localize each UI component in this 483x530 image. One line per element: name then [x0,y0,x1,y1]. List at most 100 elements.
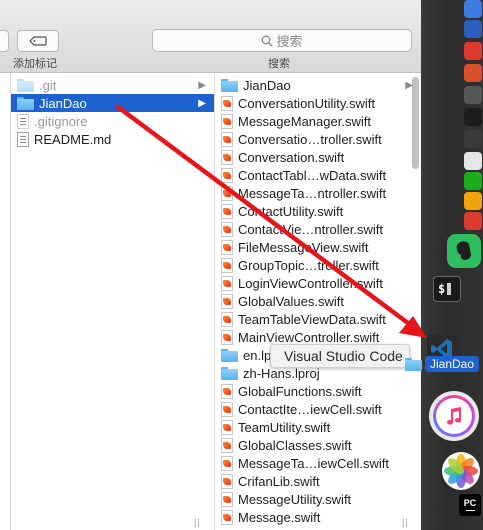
file-row[interactable]: MessageManager.swift [215,112,421,130]
item-name: ContactIte…iewCell.swift [238,401,382,417]
file-row[interactable]: ConversationUtility.swift [215,94,421,112]
evernote-icon[interactable] [447,234,481,268]
file-row[interactable]: ContactIte…iewCell.swift [215,400,421,418]
item-name: JianDao [39,95,87,111]
swift-file-icon [221,257,233,273]
drop-target-tooltip: Visual Studio Code [270,344,410,368]
pycharm-icon[interactable]: PC [459,494,481,516]
item-name: JianDao [243,77,291,93]
swift-file-icon [221,95,233,111]
item-name: MessageTa…ntroller.swift [238,185,387,201]
app-icon-10[interactable] [464,192,482,210]
swift-file-icon [221,131,233,147]
item-name: ContactVie…ntroller.swift [238,221,383,237]
swift-file-icon [221,113,233,129]
swift-file-icon [221,455,233,471]
disclosure-chevron-icon: ▶ [198,97,206,109]
search-label: 搜索 [268,58,290,70]
app-icon-7[interactable] [464,130,482,148]
finder-window: 添加标记 搜索 搜索 || .git ▶ JianDao ▶ .gitignore REA… [0,0,421,530]
itunes-icon[interactable] [429,391,479,441]
file-row[interactable]: MessageTa…ntroller.swift [215,184,421,202]
folder-icon [405,357,422,371]
item-name: GlobalClasses.swift [238,437,352,453]
item-name: ContactTabl…wData.swift [238,167,387,183]
item-name: TeamUtility.swift [238,419,331,435]
app-icon-6[interactable] [464,108,482,126]
add-tag-label: 添加标记 [13,58,57,70]
file-row[interactable]: .gitignore [11,112,214,130]
folder-row[interactable]: .git ▶ [11,76,214,94]
file-row[interactable]: FileMessageView.swift [215,238,421,256]
app-icon-4[interactable] [464,64,482,82]
column-left-partial[interactable] [0,73,11,530]
swift-file-icon [221,419,233,435]
swift-file-icon [221,383,233,399]
item-name: TeamTableViewData.swift [238,311,386,327]
document-icon [17,131,29,147]
file-row[interactable]: Conversation.swift [215,148,421,166]
file-row[interactable]: README.md [11,130,214,148]
item-name: FileMessageView.swift [238,239,369,255]
item-name: MainViewController.swift [238,329,380,345]
app-icon-8[interactable] [464,152,482,170]
file-row[interactable]: TeamUtility.swift [215,418,421,436]
folder-icon [17,78,34,92]
file-row[interactable]: ContactVie…ntroller.swift [215,220,421,238]
file-row[interactable]: CrifanLib.swift [215,472,421,490]
file-row[interactable]: GlobalClasses.swift [215,436,421,454]
column-project[interactable]: || .git ▶ JianDao ▶ .gitignore README.md [11,73,215,530]
search-input[interactable]: 搜索 [152,29,412,52]
item-name: GlobalValues.swift [238,293,344,309]
terminal-prompt: $ [438,282,446,296]
swift-file-icon [221,437,233,453]
terminal-icon[interactable]: $ [433,276,461,302]
photos-icon[interactable] [442,452,480,490]
item-name: LoginViewController.swift [238,275,383,291]
item-name: GlobalFunctions.swift [238,383,362,399]
file-row[interactable]: LoginViewController.swift [215,274,421,292]
item-name: Conversation.swift [238,149,345,165]
folder-row[interactable]: JianDao ▶ [11,94,214,112]
app-icon-11[interactable] [464,212,482,230]
swift-file-icon [221,275,233,291]
drag-ghost-label: JianDao [425,356,480,372]
disclosure-chevron-icon: ▶ [405,79,413,91]
item-name: ConversationUtility.swift [238,95,376,111]
app-icon-5[interactable] [464,86,482,104]
swift-file-icon [221,185,233,201]
file-row[interactable]: GlobalFunctions.swift [215,382,421,400]
swift-file-icon [221,311,233,327]
file-row[interactable]: GroupTopic…troller.swift [215,256,421,274]
swift-file-icon [221,239,233,255]
wechat-icon[interactable] [464,172,482,190]
file-row[interactable]: GlobalValues.swift [215,292,421,310]
app-icon-2[interactable] [464,20,482,38]
item-name: README.md [34,131,112,147]
item-name: MessageTa…iewCell.swift [238,455,389,471]
file-row[interactable]: TeamTableViewData.swift [215,310,421,328]
column-jiandao[interactable]: || JianDao ▶ ConversationUtility.swift Mess… [215,73,421,530]
search-placeholder: 搜索 [276,34,303,49]
folder-row[interactable]: JianDao ▶ [215,76,421,94]
folder-icon [221,366,238,380]
swift-file-icon [221,203,233,219]
terminal-cursor [447,283,452,295]
item-name: MessageUtility.swift [238,491,352,507]
file-row[interactable]: Conversatio…troller.swift [215,130,421,148]
file-row[interactable]: ContactTabl…wData.swift [215,166,421,184]
item-name: .gitignore [34,113,88,129]
file-row[interactable]: MessageTa…iewCell.swift [215,454,421,472]
add-tag-button[interactable] [17,30,59,52]
app-icon-1[interactable] [464,0,482,18]
file-row[interactable]: MessageUtility.swift [215,490,421,508]
swift-file-icon [221,167,233,183]
swift-file-icon [221,149,233,165]
file-row[interactable]: ContactUtility.swift [215,202,421,220]
toolbar-button-partial[interactable] [0,30,9,52]
column-resize-handle[interactable]: || [194,517,201,527]
swift-file-icon [221,473,233,489]
document-icon [17,113,29,129]
file-row[interactable]: Message.swift [215,508,421,526]
app-icon-3[interactable] [464,42,482,60]
